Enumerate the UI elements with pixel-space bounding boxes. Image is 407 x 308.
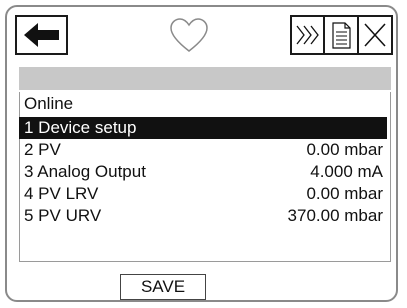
fast-forward-icon: [296, 25, 319, 45]
menu-item-value: 0.00 mbar: [306, 140, 383, 159]
arrow-left-icon: [24, 23, 59, 47]
heart-outline-icon: [170, 18, 208, 52]
menu-item-label: 5 PV URV: [24, 206, 102, 225]
menu-item-value: 4.000 mA: [310, 162, 383, 181]
save-button[interactable]: SAVE: [120, 274, 206, 300]
menu-item-label: 3 Analog Output: [24, 162, 146, 181]
close-button[interactable]: [359, 15, 393, 55]
menu-item-value: 370.00 mbar: [287, 206, 383, 225]
menu-item-value: 0.00 mbar: [306, 184, 383, 203]
back-button[interactable]: [15, 15, 68, 55]
menu-item-label: 2 PV: [24, 140, 61, 159]
favorite-button[interactable]: [168, 16, 210, 56]
menu-item-analog-output[interactable]: 3 Analog Output 4.000 mA: [19, 161, 387, 183]
menu-item-device-setup[interactable]: 1 Device setup: [19, 117, 387, 139]
document-icon: [332, 22, 351, 49]
menu-title: Online: [24, 94, 74, 113]
menu-item-pv-lrv[interactable]: 4 PV LRV 0.00 mbar: [19, 183, 387, 205]
close-icon: [364, 23, 386, 47]
menu-item-pv[interactable]: 2 PV 0.00 mbar: [19, 139, 387, 161]
menu-item-label: 1 Device setup: [24, 118, 137, 137]
menu-item-label: 4 PV LRV: [24, 184, 99, 203]
fast-forward-button[interactable]: [290, 15, 325, 55]
menu-item-pv-urv[interactable]: 5 PV URV 370.00 mbar: [19, 205, 387, 227]
header-bar: [19, 67, 391, 90]
document-button[interactable]: [325, 15, 359, 55]
